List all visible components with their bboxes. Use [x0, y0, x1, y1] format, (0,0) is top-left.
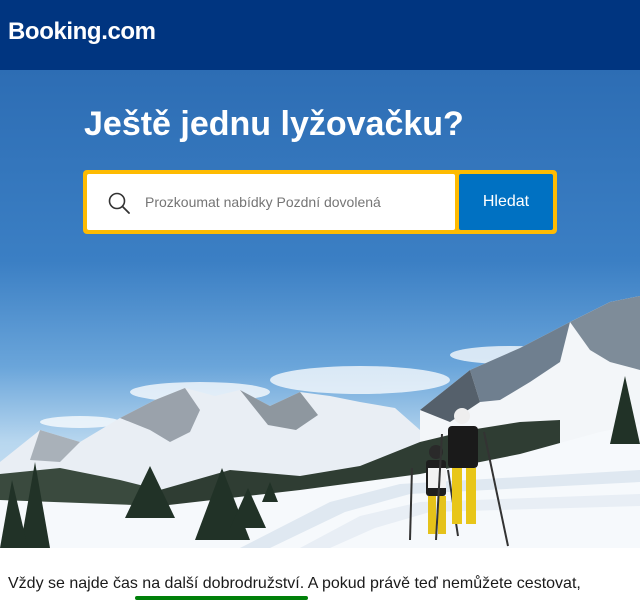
- top-header: Booking.com: [0, 0, 640, 70]
- search-button[interactable]: Hledat: [459, 174, 553, 230]
- search-input[interactable]: [145, 174, 445, 230]
- search-field-container[interactable]: [87, 174, 455, 230]
- booking-logo[interactable]: Booking.com: [8, 18, 156, 46]
- hero-banner: Ještě jednu lyžovačku? Hledat: [0, 70, 640, 548]
- hero-headline: Ještě jednu lyžovačku?: [84, 105, 464, 143]
- search-icon: [108, 192, 130, 214]
- intro-paragraph: Vždy se najde čas na další dobrodružství…: [8, 575, 581, 592]
- search-bar: Hledat: [83, 170, 557, 234]
- cta-button-edge[interactable]: [135, 596, 308, 600]
